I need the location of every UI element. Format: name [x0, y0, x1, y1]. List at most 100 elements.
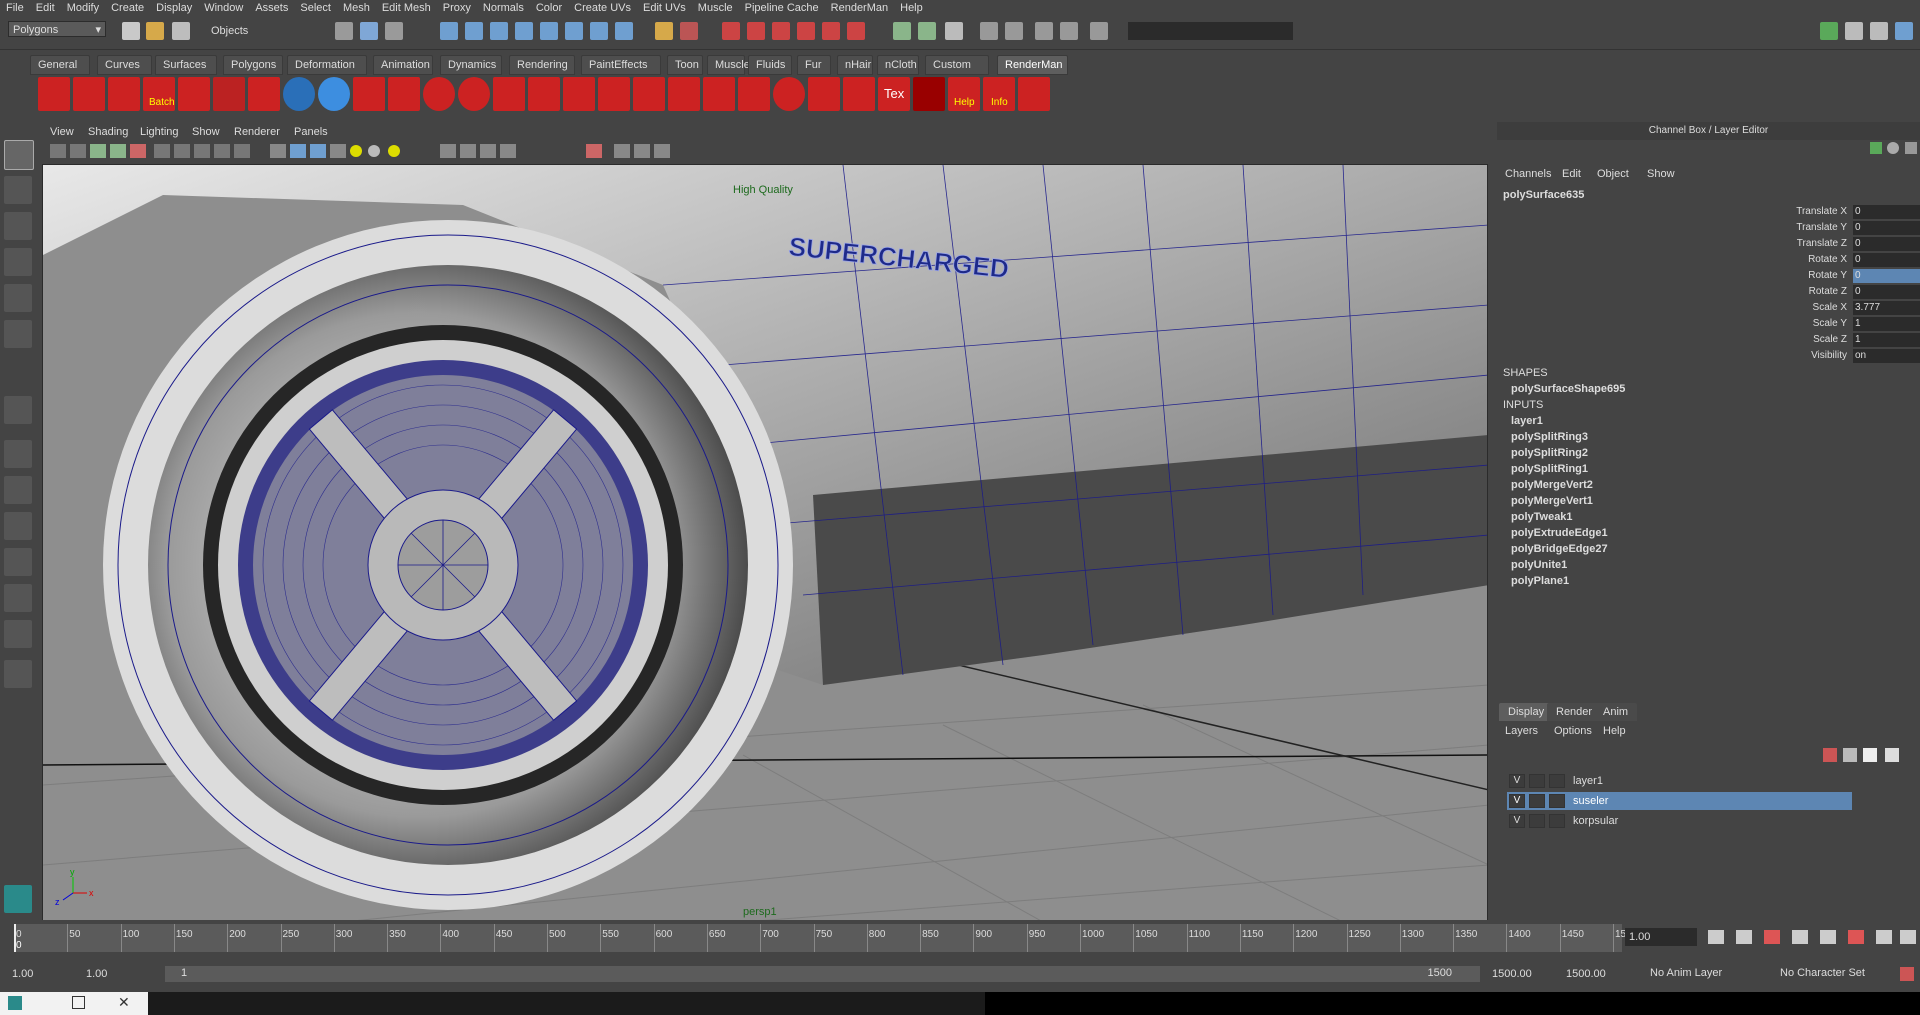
range-slider[interactable]: 1 1500: [165, 966, 1480, 982]
snap-curve-icon[interactable]: [465, 22, 483, 40]
playback-toggle[interactable]: [1529, 794, 1545, 808]
attr-value-field[interactable]: 0: [1853, 285, 1920, 299]
layout-outliner-icon[interactable]: [4, 512, 32, 540]
layer-add-icon[interactable]: [1885, 748, 1899, 762]
input-line-mode-icon[interactable]: [918, 22, 936, 40]
channel-menu-show[interactable]: Show: [1647, 168, 1675, 180]
layer-menu-options[interactable]: Options: [1554, 725, 1592, 737]
tab-muscle[interactable]: Muscle: [707, 55, 750, 75]
go-to-end-icon[interactable]: [1900, 930, 1916, 944]
layer-tab-render[interactable]: Render: [1547, 703, 1602, 721]
box-open-icon[interactable]: [598, 77, 630, 111]
play-forward-icon[interactable]: [1820, 930, 1836, 944]
perspective-viewport[interactable]: SUPERCHARGED High Quality persp1 y x z: [42, 164, 1488, 921]
xray-joints-icon[interactable]: [460, 144, 476, 158]
step-back-frame-icon[interactable]: [1764, 930, 1780, 944]
layer-color-swatch[interactable]: [1549, 794, 1565, 808]
plane-icon[interactable]: [493, 77, 525, 111]
layout-graph-icon[interactable]: [4, 548, 32, 576]
ring-icon[interactable]: [633, 77, 665, 111]
lights-icon[interactable]: [350, 145, 362, 157]
command-line[interactable]: [985, 992, 1920, 1015]
layer-color-swatch[interactable]: [1549, 814, 1565, 828]
make-live-icon[interactable]: [540, 22, 558, 40]
ipr-render-icon[interactable]: [797, 22, 815, 40]
minimized-window[interactable]: ✕: [0, 992, 148, 1015]
attr-value-field[interactable]: 0: [1853, 237, 1920, 251]
new-layer-selected-icon[interactable]: [1843, 748, 1857, 762]
lamp-icon[interactable]: [388, 77, 420, 111]
input-line-icon[interactable]: [893, 22, 911, 40]
menu-file[interactable]: File: [0, 2, 30, 14]
shape-node[interactable]: polySurfaceShape695: [1511, 383, 1625, 395]
menu-edit-mesh[interactable]: Edit Mesh: [376, 2, 437, 14]
step-forward-key-icon[interactable]: [1876, 930, 1892, 944]
camera-select-icon[interactable]: [50, 144, 66, 158]
input-node[interactable]: polySplitRing1: [1511, 463, 1588, 475]
manipulator-icon[interactable]: [1870, 142, 1882, 154]
lasso-tool-icon[interactable]: [4, 176, 32, 204]
attr-value-field[interactable]: 0: [1853, 205, 1920, 219]
channel-box-toggle-icon[interactable]: [1895, 22, 1913, 40]
view-transform-icon[interactable]: [654, 144, 670, 158]
tab-painteffects[interactable]: PaintEffects: [581, 55, 661, 75]
hud-icon[interactable]: [586, 144, 602, 158]
shadows-icon[interactable]: [368, 145, 380, 157]
help-button[interactable]: Help: [948, 77, 980, 111]
input-node[interactable]: polyPlane1: [1511, 575, 1569, 587]
input-node[interactable]: layer1: [1511, 415, 1543, 427]
shader-icon[interactable]: [353, 77, 385, 111]
tab-nhair[interactable]: nHair: [837, 55, 873, 75]
select-by-component-icon[interactable]: [385, 22, 403, 40]
camera-snapshot-icon[interactable]: [980, 22, 998, 40]
xray-components-icon[interactable]: [480, 144, 496, 158]
menu-edit-uvs[interactable]: Edit UVs: [637, 2, 692, 14]
channel-menu-edit[interactable]: Edit: [1562, 168, 1581, 180]
menu-window[interactable]: Window: [198, 2, 249, 14]
start-time-field[interactable]: 1.00: [8, 965, 76, 983]
menu-normals[interactable]: Normals: [477, 2, 530, 14]
time-ruler[interactable]: 0 50 100 150 200 250 300 350 400 450 500 550 600 650 7…: [14, 924, 1626, 952]
image-plane-icon[interactable]: [110, 144, 126, 158]
step-forward-frame-icon[interactable]: [1848, 930, 1864, 944]
layer-row[interactable]: Vkorpsular: [1507, 812, 1852, 830]
expand-icon[interactable]: [1090, 22, 1108, 40]
input-node[interactable]: polyMergeVert2: [1511, 479, 1593, 491]
end-time-field[interactable]: 1500.00: [1562, 965, 1630, 983]
snap-point-icon[interactable]: [490, 22, 508, 40]
tab-fur[interactable]: Fur: [797, 55, 831, 75]
render-settings-icon[interactable]: [822, 22, 840, 40]
stop-render-icon[interactable]: [178, 77, 210, 111]
target-icon[interactable]: [423, 77, 455, 111]
character-set-dropdown[interactable]: No Character Set: [1780, 967, 1890, 979]
tab-dynamics[interactable]: Dynamics: [440, 55, 502, 75]
select-by-hierarchy-icon[interactable]: [335, 22, 353, 40]
object-name[interactable]: polySurface635: [1503, 189, 1584, 201]
menu-mesh[interactable]: Mesh: [337, 2, 376, 14]
playback-start-field[interactable]: 1.00: [82, 965, 156, 983]
menu-muscle[interactable]: Muscle: [692, 2, 739, 14]
time-slider[interactable]: 0 50 100 150 200 250 300 350 400 450 500 550 600 650 7…: [0, 920, 1920, 954]
viewport-menu-view[interactable]: View: [50, 126, 74, 138]
tab-deformation[interactable]: Deformation: [287, 55, 367, 75]
attr-value-field[interactable]: 1: [1853, 317, 1920, 331]
play-backward-icon[interactable]: [1792, 930, 1808, 944]
isolate-select-icon[interactable]: [500, 144, 516, 158]
visibility-toggle[interactable]: V: [1509, 814, 1525, 828]
magnet-icon[interactable]: [680, 22, 698, 40]
camera-attributes-icon[interactable]: [70, 144, 86, 158]
menu-select[interactable]: Select: [294, 2, 337, 14]
viewport-menu-shading[interactable]: Shading: [88, 126, 128, 138]
select-tool-icon[interactable]: [4, 140, 34, 170]
gear-icon[interactable]: [1035, 22, 1053, 40]
tab-fluids[interactable]: Fluids: [748, 55, 792, 75]
tab-polygons[interactable]: Polygons: [223, 55, 283, 75]
viewport-menu-lighting[interactable]: Lighting: [140, 126, 179, 138]
tab-general[interactable]: General: [30, 55, 90, 75]
mode-dropdown[interactable]: Polygons ▾: [8, 21, 106, 37]
menu-proxy[interactable]: Proxy: [437, 2, 477, 14]
tab-ncloth[interactable]: nCloth: [877, 55, 919, 75]
settings-icon[interactable]: [1060, 22, 1078, 40]
step-back-key-icon[interactable]: [1736, 930, 1752, 944]
light-icon[interactable]: [248, 77, 280, 111]
